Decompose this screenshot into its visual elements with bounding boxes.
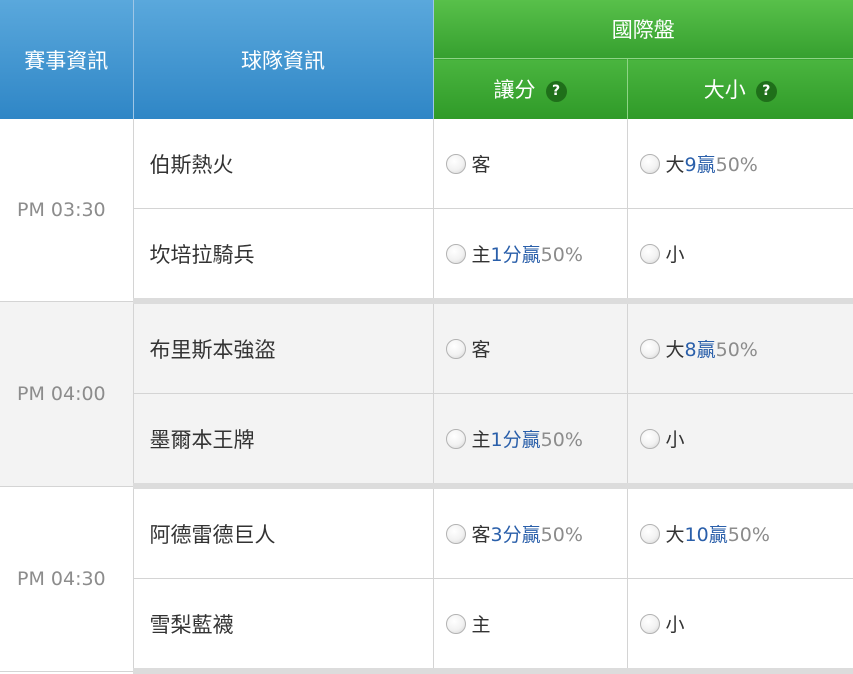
- radio-button[interactable]: [445, 243, 466, 264]
- handicap-option[interactable]: 主: [433, 578, 628, 674]
- header-team-info: 球隊資訊: [133, 0, 434, 119]
- handicap-label: 讓分: [493, 78, 536, 102]
- header-match-info: 賽事資訊: [0, 0, 134, 119]
- over-under-label: 大小: [703, 78, 746, 102]
- over-under-option[interactable]: 大10贏50%: [627, 486, 853, 579]
- team-name: 墨爾本王牌: [133, 393, 434, 489]
- radio-button[interactable]: [445, 338, 466, 359]
- table-row: PM 04:30 阿德雷德巨人 客3分贏50% 大10贏50%: [0, 486, 853, 672]
- header-handicap: 讓分?: [433, 58, 627, 119]
- table-row: PM 04:00 布里斯本強盜 客 大8贏50%: [0, 301, 853, 487]
- radio-button[interactable]: [445, 153, 466, 174]
- radio-button[interactable]: [445, 613, 466, 634]
- header-over-under: 大小?: [626, 58, 853, 119]
- handicap-option[interactable]: 客: [433, 301, 628, 394]
- header-market: 國際盤: [433, 0, 853, 59]
- match-time: PM 03:30: [0, 119, 134, 302]
- radio-button[interactable]: [445, 428, 466, 449]
- over-under-option[interactable]: 小: [627, 578, 853, 674]
- team-name: 雪梨藍襪: [133, 578, 434, 674]
- radio-button[interactable]: [639, 243, 660, 264]
- team-name: 布里斯本強盜: [133, 301, 434, 394]
- match-time: PM 04:30: [0, 486, 134, 672]
- radio-button[interactable]: [639, 153, 660, 174]
- handicap-option[interactable]: 主1分贏50%: [433, 393, 628, 489]
- team-name: 阿德雷德巨人: [133, 486, 434, 579]
- table-row: PM 03:30 伯斯熱火 客 大9贏50%: [0, 119, 853, 302]
- help-icon[interactable]: ?: [755, 80, 777, 102]
- radio-button[interactable]: [445, 523, 466, 544]
- odds-table: 賽事資訊 球隊資訊 國際盤 讓分? 大小? PM 03:30 伯斯熱火 客 大9…: [0, 0, 853, 674]
- handicap-option[interactable]: 客: [433, 119, 628, 209]
- radio-button[interactable]: [639, 523, 660, 544]
- radio-button[interactable]: [639, 428, 660, 449]
- radio-button[interactable]: [639, 338, 660, 359]
- handicap-option[interactable]: 主1分贏50%: [433, 208, 628, 304]
- help-icon[interactable]: ?: [545, 80, 567, 102]
- over-under-option[interactable]: 大8贏50%: [627, 301, 853, 394]
- over-under-option[interactable]: 大9贏50%: [627, 119, 853, 209]
- team-name: 伯斯熱火: [133, 119, 434, 209]
- over-under-option[interactable]: 小: [627, 208, 853, 304]
- radio-button[interactable]: [639, 613, 660, 634]
- match-time: PM 04:00: [0, 301, 134, 487]
- over-under-option[interactable]: 小: [627, 393, 853, 489]
- team-name: 坎培拉騎兵: [133, 208, 434, 304]
- handicap-option[interactable]: 客3分贏50%: [433, 486, 628, 579]
